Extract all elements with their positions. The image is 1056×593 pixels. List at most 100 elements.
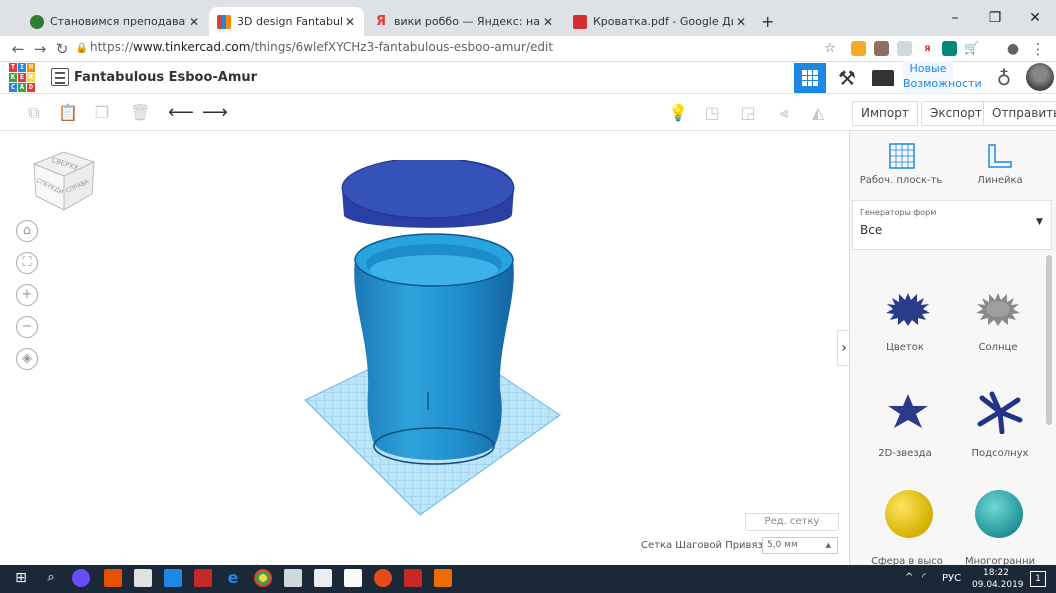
url-path: /things/6wlefXYCHz3-fantabulous-esboo-am…	[250, 40, 554, 54]
new-tab-button[interactable]: +	[757, 7, 781, 36]
3d-scene	[304, 160, 561, 516]
alice-icon[interactable]	[72, 569, 90, 587]
import-button[interactable]: Импорт	[852, 101, 918, 126]
account-icon[interactable]: ●	[1003, 39, 1023, 59]
calculator-icon[interactable]	[284, 569, 302, 587]
taskbar-app-icon[interactable]	[344, 569, 362, 587]
language-indicator[interactable]: РУС	[942, 573, 961, 584]
tinkercad-logo[interactable]: T I N K E R C A D	[9, 63, 35, 92]
polyhedron-shape-tile[interactable]	[975, 490, 1023, 538]
search-icon[interactable]: ⌕	[42, 569, 60, 587]
paste-icon[interactable]: 📋	[58, 103, 78, 123]
ruler-icon[interactable]	[987, 143, 1013, 169]
sunflower-shape-tile[interactable]	[972, 390, 1028, 434]
back-arrow-icon[interactable]: ←	[8, 39, 28, 59]
export-button[interactable]: Экспорт	[921, 101, 992, 126]
bookmark-star-icon[interactable]: ☆	[820, 39, 840, 59]
flower-shape-tile[interactable]	[880, 285, 936, 329]
edge-icon[interactable]: e	[224, 569, 242, 587]
close-tab-icon[interactable]: ✕	[540, 15, 556, 29]
ungroup-icon[interactable]: ◲	[738, 103, 758, 123]
snap-grid-label: Сетка Шаговой Привязки	[641, 540, 776, 551]
taskbar-app-icon[interactable]	[164, 569, 182, 587]
zoom-in-icon[interactable]: +	[16, 284, 38, 306]
new-features-line1: Новые	[909, 62, 947, 75]
flower-label: Цветок	[886, 342, 924, 353]
tab-yandex[interactable]: Я вики роббо — Яндекс: нашлось ✕	[366, 7, 562, 36]
close-window-button[interactable]: ✕	[1015, 6, 1055, 30]
taskbar-app-icon[interactable]	[374, 569, 392, 587]
panel-scrollbar[interactable]	[1046, 255, 1052, 425]
tab-teacher[interactable]: Становимся преподавателем р ✕	[22, 7, 208, 36]
chrome-icon[interactable]	[254, 569, 272, 587]
sun-shape-tile[interactable]	[970, 285, 1026, 329]
design-title[interactable]: Fantabulous Esboo-Amur	[74, 70, 257, 85]
store-icon[interactable]	[134, 569, 152, 587]
shape-generators-select[interactable]: Генераторы форм Все ▼	[852, 200, 1052, 250]
home-view-icon[interactable]: ⌂	[16, 220, 38, 242]
taskbar-app-icon[interactable]	[104, 569, 122, 587]
extension-icon[interactable]	[851, 41, 866, 56]
workplane-icon[interactable]	[889, 143, 915, 169]
edit-grid-button[interactable]: Ред. сетку	[745, 513, 839, 531]
close-tab-icon[interactable]: ✕	[186, 15, 202, 29]
taskbar-clock[interactable]: 18:22 09.04.2019	[972, 567, 1024, 591]
cup-shape[interactable]	[354, 260, 514, 460]
duplicate-icon[interactable]: ❐	[92, 103, 112, 123]
logo-letter: T	[9, 63, 17, 72]
undo-icon[interactable]: ⟵	[168, 103, 194, 123]
mail-icon[interactable]	[194, 569, 212, 587]
menu-icon[interactable]: ⋮	[1028, 39, 1048, 59]
new-features-button[interactable]: Новые Возможности	[903, 61, 982, 95]
maximize-button[interactable]: ❐	[975, 6, 1015, 30]
send-button[interactable]: Отправить	[983, 101, 1056, 126]
extension-icon[interactable]	[897, 41, 912, 56]
fit-view-icon[interactable]: ⛶	[16, 252, 38, 274]
copy-icon[interactable]: ⧉	[24, 103, 44, 123]
tab-favicon-icon	[30, 14, 44, 29]
dropdown-arrow-icon: ▼	[1036, 217, 1043, 227]
2d-star-shape-tile[interactable]	[880, 390, 936, 434]
snap-grid-select[interactable]: 5,0 мм ▲	[762, 537, 838, 554]
tab-tinkercad[interactable]: 3D design Fantabulous Esboo-Ar ✕	[209, 7, 364, 36]
perspective-icon[interactable]: ◈	[16, 348, 38, 370]
align-icon[interactable]: ⫷	[774, 103, 794, 123]
bricks-icon[interactable]	[872, 70, 894, 86]
sun-label: Солнце	[978, 342, 1018, 353]
cart-icon[interactable]: 🛒	[964, 41, 979, 56]
pickaxe-icon[interactable]: ⚒	[834, 66, 860, 90]
close-tab-icon[interactable]: ✕	[342, 15, 358, 29]
windows-start-icon[interactable]: ⊞	[12, 569, 30, 587]
mirror-icon[interactable]: ◭	[808, 103, 828, 123]
forward-arrow-icon[interactable]: →	[30, 39, 50, 59]
avatar[interactable]	[1026, 63, 1054, 91]
yandex-extension-icon[interactable]: я	[920, 41, 935, 56]
minimize-button[interactable]: –	[935, 6, 975, 30]
network-icon[interactable]: ◜	[922, 572, 926, 583]
extension-icon[interactable]	[942, 41, 957, 56]
close-tab-icon[interactable]: ✕	[733, 15, 749, 29]
add-user-icon[interactable]: ♁	[992, 66, 1016, 90]
new-features-line2: Возможности	[903, 77, 982, 90]
high-sphere-shape-tile[interactable]	[885, 490, 933, 538]
delete-icon[interactable]: 🗑	[130, 103, 150, 123]
dropdown-arrow-icon: ▲	[825, 541, 831, 549]
light-bulb-icon[interactable]: 💡	[668, 103, 688, 123]
reload-icon[interactable]: ↻	[52, 39, 72, 59]
taskbar-app-icon[interactable]	[314, 569, 332, 587]
tab-google-drive[interactable]: Кроватка.pdf - Google Диск ✕	[565, 7, 755, 36]
design-list-icon[interactable]	[51, 68, 69, 86]
url-field[interactable]: https://www.tinkercad.com/things/6wlefXY…	[90, 40, 553, 54]
extension-icon[interactable]	[874, 41, 889, 56]
grid-view-button[interactable]	[794, 63, 826, 93]
group-icon[interactable]: ◳	[702, 103, 722, 123]
zoom-out-icon[interactable]: −	[16, 316, 38, 338]
notifications-icon[interactable]: 1	[1030, 571, 1046, 587]
tinkercad-favicon-icon	[217, 14, 231, 29]
tray-up-arrow-icon[interactable]: ^	[905, 572, 913, 583]
taskbar-app-icon[interactable]	[434, 569, 452, 587]
yandex-browser-icon[interactable]	[404, 569, 422, 587]
redo-icon[interactable]: ⟶	[202, 103, 228, 123]
shape-generators-label: Генераторы форм	[860, 208, 937, 217]
view-cube[interactable]: СВЕРХУ СПЕРЕДИ СПРАВА	[24, 148, 104, 218]
